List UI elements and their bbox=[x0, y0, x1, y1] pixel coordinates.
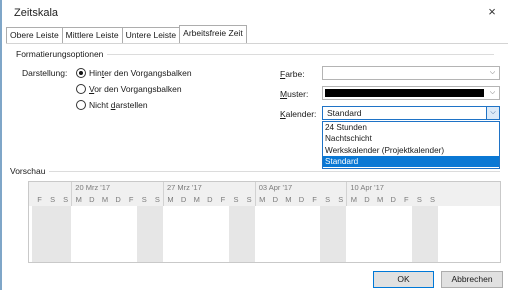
preview-day-label: M bbox=[259, 195, 266, 204]
preview-day-label: M bbox=[350, 195, 358, 204]
preview-day-label: S bbox=[429, 195, 435, 204]
tab-mittlere-leiste[interactable]: Mittlere Leiste bbox=[61, 27, 123, 43]
kalender-value: Standard bbox=[327, 108, 362, 118]
preview-day-label: F bbox=[404, 195, 409, 204]
preview-nonworking-shade bbox=[411, 206, 425, 262]
formatting-section-title: Formatierungsoptionen bbox=[16, 49, 108, 59]
preview-week-label: 27 Mrz '17 bbox=[167, 183, 202, 192]
kalender-option[interactable]: Nachtschicht bbox=[323, 133, 499, 144]
kalender-option-selected[interactable]: Standard bbox=[323, 155, 499, 168]
preview-day-label: D bbox=[89, 195, 95, 204]
preview-nonworking-shade bbox=[136, 206, 150, 262]
radio-nicht-darstellen[interactable] bbox=[76, 100, 86, 110]
close-icon[interactable]: × bbox=[484, 4, 500, 20]
preview-nonworking-shade bbox=[45, 206, 59, 262]
tab-divider bbox=[6, 43, 508, 44]
preview-day-label: S bbox=[63, 195, 69, 204]
preview-day-label: S bbox=[233, 195, 239, 204]
kalender-option[interactable]: 24 Stunden bbox=[323, 122, 499, 133]
muster-label: Muster: bbox=[280, 89, 309, 99]
dialog-title: Zeitskala bbox=[14, 7, 59, 19]
preview-day-label: F bbox=[128, 195, 134, 204]
preview-day-label: D bbox=[115, 195, 121, 204]
radio-hinter-vorgangsbalken[interactable] bbox=[76, 68, 86, 78]
tab-obere-leiste[interactable]: Obere Leiste bbox=[6, 27, 63, 43]
ok-button[interactable]: OK bbox=[373, 271, 434, 288]
preview-nonworking-shade bbox=[333, 206, 347, 262]
farbe-label: Farbe: bbox=[280, 69, 305, 79]
tab-arbeitsfreie-zeit[interactable]: Arbeitsfreie Zeit bbox=[179, 25, 247, 43]
preview-day-label: D bbox=[298, 195, 305, 204]
kalender-option[interactable]: Werkskalender (Projektkalender) bbox=[323, 145, 499, 156]
kalender-dropdown[interactable]: Standard ⌵ bbox=[322, 106, 500, 120]
preview-nonworking-shade bbox=[228, 206, 242, 262]
preview-day-label: S bbox=[325, 195, 331, 204]
preview-nonworking-shade bbox=[32, 206, 46, 262]
preview-body bbox=[29, 206, 500, 262]
preview-day-label: M bbox=[285, 195, 292, 204]
radio-vor-vorgangsbalken[interactable] bbox=[76, 84, 86, 94]
tab-bar: Obere Leiste Mittlere Leiste Untere Leis… bbox=[6, 25, 247, 44]
preview-week-separator bbox=[71, 182, 73, 206]
preview-nonworking-shade bbox=[320, 206, 334, 262]
preview-day-label: S bbox=[246, 195, 252, 204]
darstellung-label: Darstellung: bbox=[22, 68, 68, 78]
muster-dropdown[interactable]: ⌵ bbox=[322, 86, 500, 100]
radio-vor-label[interactable]: Vor den Vorgangsbalken bbox=[89, 84, 182, 94]
preview-section-title: Vorschau bbox=[10, 166, 50, 176]
preview-day-label: D bbox=[272, 195, 278, 204]
muster-swatch bbox=[325, 89, 484, 97]
preview-day-label: D bbox=[180, 195, 187, 204]
preview-day-label: M bbox=[193, 195, 200, 204]
cancel-button[interactable]: Abbrechen bbox=[441, 271, 503, 288]
preview-day-label: M bbox=[101, 195, 109, 204]
preview-day-label: F bbox=[312, 195, 317, 204]
preview-day-label: S bbox=[141, 195, 147, 204]
preview-week-separator bbox=[346, 182, 348, 206]
tab-untere-leiste[interactable]: Untere Leiste bbox=[121, 27, 181, 43]
preview-week-separator bbox=[254, 182, 256, 206]
chevron-down-icon[interactable]: ⌵ bbox=[486, 67, 499, 79]
preview-day-label: D bbox=[364, 195, 370, 204]
kalender-label: Kalender: bbox=[280, 109, 317, 119]
preview-day-label: S bbox=[154, 195, 160, 204]
preview-week-label: 03 Apr '17 bbox=[258, 183, 293, 192]
preview-day-label: D bbox=[390, 195, 396, 204]
preview-day-label: M bbox=[167, 195, 174, 204]
timescale-preview: F S S M D M D F S S M D M D F S S M D M D F S S M D M D F S S 20 Mrz '1… bbox=[28, 181, 501, 263]
preview-day-label: S bbox=[338, 195, 344, 204]
preview-nonworking-shade bbox=[149, 206, 163, 262]
preview-day-label: M bbox=[376, 195, 384, 204]
preview-week-label: 10 Apr '17 bbox=[350, 183, 384, 192]
radio-nicht-label[interactable]: Nicht darstellen bbox=[89, 100, 148, 110]
preview-day-label: M bbox=[75, 195, 82, 204]
preview-week-separator bbox=[163, 182, 164, 206]
preview-day-label: S bbox=[50, 195, 56, 204]
preview-nonworking-shade bbox=[58, 206, 72, 262]
chevron-down-icon[interactable]: ⌵ bbox=[486, 107, 499, 119]
preview-day-label: D bbox=[207, 195, 213, 204]
kalender-options-list: 24 Stunden Nachtschicht Werkskalender (P… bbox=[322, 121, 500, 169]
preview-section-line bbox=[10, 171, 500, 172]
preview-week-label: 20 Mrz '17 bbox=[75, 183, 111, 192]
preview-day-label: F bbox=[37, 195, 42, 204]
radio-hinter-label[interactable]: Hinter den Vorgangsbalken bbox=[89, 68, 192, 78]
farbe-dropdown[interactable]: ⌵ bbox=[322, 66, 500, 80]
chevron-down-icon[interactable]: ⌵ bbox=[486, 87, 499, 99]
preview-day-label: F bbox=[220, 195, 226, 204]
preview-nonworking-shade bbox=[241, 206, 255, 262]
preview-nonworking-shade bbox=[425, 206, 439, 262]
preview-day-label: S bbox=[416, 195, 422, 204]
window-left-edge bbox=[0, 0, 2, 290]
